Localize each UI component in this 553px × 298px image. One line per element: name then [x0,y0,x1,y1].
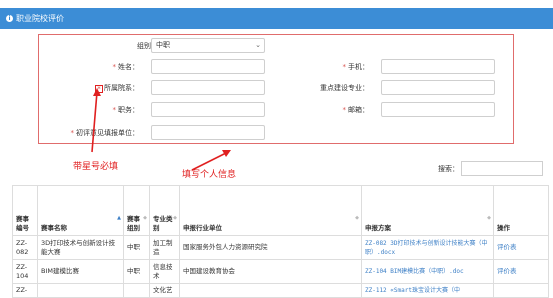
proposal-file-link[interactable]: ZZ-112 «Smart珠宝设计大赛（中 [361,283,494,298]
cell-event-group [123,283,150,298]
evaluation-form-link[interactable] [493,283,549,298]
table-row: ZZ-104 BIM建模比赛 中职 信息技术 中国建设教育协会 ZZ-104 B… [12,259,549,284]
table-header-row: 赛事编号 赛事名称 ▲ 赛事组别 ◆ 专业类别 ◆ 申报行业单位 ◆ 申报方案 ◆ 操作 [12,185,549,236]
cell-event-group: 中职 [123,259,150,284]
annotation-arrow-required [91,91,98,153]
cell-event-name [37,283,124,298]
annotation-arrow-info [191,152,227,171]
table-row: ZZ-082 3D打印技术与创新设计技能大赛 中职 加工制造 国家服务外包人力资… [12,235,549,260]
table-row: ZZ- 文化艺 ZZ-112 «Smart珠宝设计大赛（中 [12,283,549,298]
sort-asc-icon: ▲ [117,215,121,221]
annotation-fill-note: 填写个人信息 [182,170,237,180]
search-label: 搜索： [438,165,459,173]
cell-event-id: ZZ-082 [12,235,38,260]
annotation-required-note: 带星号必填 [73,162,119,172]
col-header-action: 操作 [493,185,549,236]
sort-icon: ◆ [487,215,491,221]
cell-event-id: ZZ-104 [12,259,38,284]
evaluation-form-link[interactable]: 评价表 [493,235,549,260]
cell-industry-unit: 中国建设教育协会 [179,259,362,284]
cell-event-group: 中职 [123,235,150,260]
col-header-proposal[interactable]: 申报方案 ◆ [361,185,494,236]
cell-major-category: 信息技术 [149,259,180,284]
col-header-event-group[interactable]: 赛事组别 ◆ [123,185,150,236]
annotation-arrow-head [93,88,101,96]
sort-icon: ◆ [173,215,177,221]
sort-icon: ◆ [143,215,147,221]
cell-event-name: 3D打印技术与创新设计技能大赛 [37,235,124,260]
evaluation-form-link[interactable]: 评价表 [493,259,549,284]
cell-event-id: ZZ- [12,283,38,298]
col-header-industry-unit[interactable]: 申报行业单位 ◆ [179,185,362,236]
cell-major-category: 加工制造 [149,235,180,260]
proposal-file-link[interactable]: ZZ-104 BIM建模比赛（中职）.doc [361,259,494,284]
proposal-file-link[interactable]: ZZ-082 3D打印技术与创新设计技能大赛（中职）.docx [361,235,494,260]
competition-table: 赛事编号 赛事名称 ▲ 赛事组别 ◆ 专业类别 ◆ 申报行业单位 ◆ 申报方案 ◆ 操作 … [12,185,549,298]
cell-industry-unit [179,283,362,298]
col-header-event-name[interactable]: 赛事名称 ▲ [37,185,124,236]
cell-industry-unit: 国家服务外包人力资源研究院 [179,235,362,260]
col-header-major-category[interactable]: 专业类别 ◆ [149,185,180,236]
cell-major-category: 文化艺 [149,283,180,298]
sort-icon: ◆ [355,215,359,221]
cell-event-name: BIM建模比赛 [37,259,124,284]
search-input[interactable] [461,161,543,176]
col-header-event-id[interactable]: 赛事编号 [12,185,38,236]
